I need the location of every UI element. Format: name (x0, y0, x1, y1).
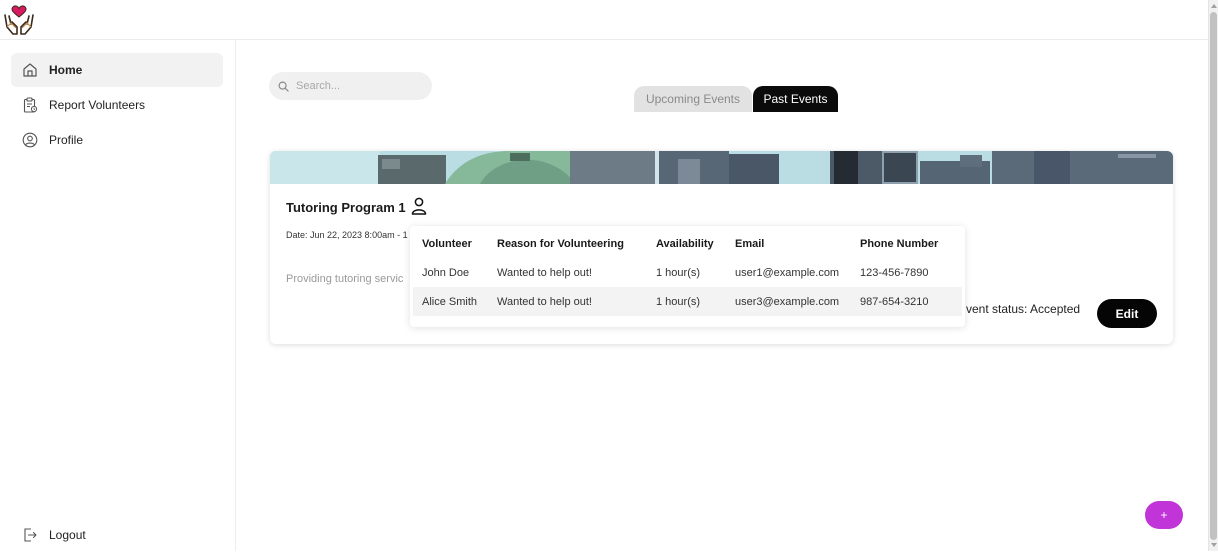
home-icon (23, 63, 37, 77)
tab-upcoming-events[interactable]: Upcoming Events (634, 86, 752, 112)
sidebar-item-home[interactable]: Home (11, 53, 223, 87)
column-header-availability: Availability (656, 237, 714, 250)
cell-availability: 1 hour(s) (656, 266, 701, 279)
user-circle-icon (22, 132, 38, 148)
tab-past-events[interactable]: Past Events (753, 86, 838, 112)
clipboard-icon (23, 97, 38, 113)
column-header-phone: Phone Number (860, 237, 939, 250)
cell-volunteer: John Doe (422, 266, 470, 279)
logout-label: Logout (49, 528, 86, 542)
sidebar: Home Report Volunteers Profile Logout (0, 40, 236, 551)
scroll-down-arrow-icon[interactable] (1211, 543, 1217, 547)
event-status: vent status: Accepted (966, 302, 1081, 316)
cell-email: user3@example.com (726, 287, 851, 316)
event-description: Providing tutoring servic (286, 273, 404, 285)
cell-volunteer: Alice Smith (413, 287, 488, 316)
cell-phone: 123-456-7890 (860, 266, 929, 279)
table-row[interactable]: John Doe Wanted to help out! 1 hour(s) u… (413, 258, 962, 287)
scroll-up-arrow-icon[interactable] (1211, 4, 1217, 8)
hands-heart-icon[interactable] (2, 3, 36, 37)
search-icon (278, 81, 289, 92)
top-bar (0, 0, 1208, 40)
table-row[interactable]: Alice Smith Wanted to help out! 1 hour(s… (413, 287, 962, 316)
logout-button[interactable]: Logout (11, 518, 223, 552)
scrollbar-thumb[interactable] (1210, 12, 1217, 540)
volunteers-popup: Volunteer Reason for Volunteering Availa… (410, 226, 965, 327)
sidebar-item-label: Report Volunteers (49, 98, 146, 112)
column-header-reason: Reason for Volunteering (497, 237, 624, 250)
sidebar-item-report-volunteers[interactable]: Report Volunteers (11, 88, 223, 122)
cell-reason: Wanted to help out! (497, 266, 592, 279)
search-input[interactable] (296, 80, 416, 92)
add-event-button[interactable]: + (1145, 501, 1183, 529)
sidebar-item-label: Profile (49, 133, 84, 147)
logout-icon (24, 528, 37, 542)
column-header-volunteer: Volunteer (422, 237, 472, 250)
volunteers-icon[interactable] (411, 197, 427, 215)
table-header-row: Volunteer Reason for Volunteering Availa… (413, 229, 962, 258)
edit-button[interactable]: Edit (1097, 299, 1157, 328)
event-banner-image (270, 151, 1173, 184)
sidebar-item-profile[interactable]: Profile (11, 123, 223, 157)
event-date: Date: Jun 22, 2023 8:00am - 1 (286, 230, 408, 240)
page-scrollbar[interactable] (1208, 0, 1218, 551)
cell-availability: 1 hour(s) (647, 287, 726, 316)
cell-reason: Wanted to help out! (488, 287, 647, 316)
cell-email: user1@example.com (735, 266, 840, 279)
cell-phone: 987-654-3210 (851, 287, 962, 316)
event-title: Tutoring Program 1 (286, 200, 406, 215)
volunteers-table: Volunteer Reason for Volunteering Availa… (413, 229, 962, 316)
column-header-email: Email (735, 237, 765, 250)
sidebar-item-label: Home (49, 63, 83, 77)
search-bar[interactable] (269, 72, 432, 100)
